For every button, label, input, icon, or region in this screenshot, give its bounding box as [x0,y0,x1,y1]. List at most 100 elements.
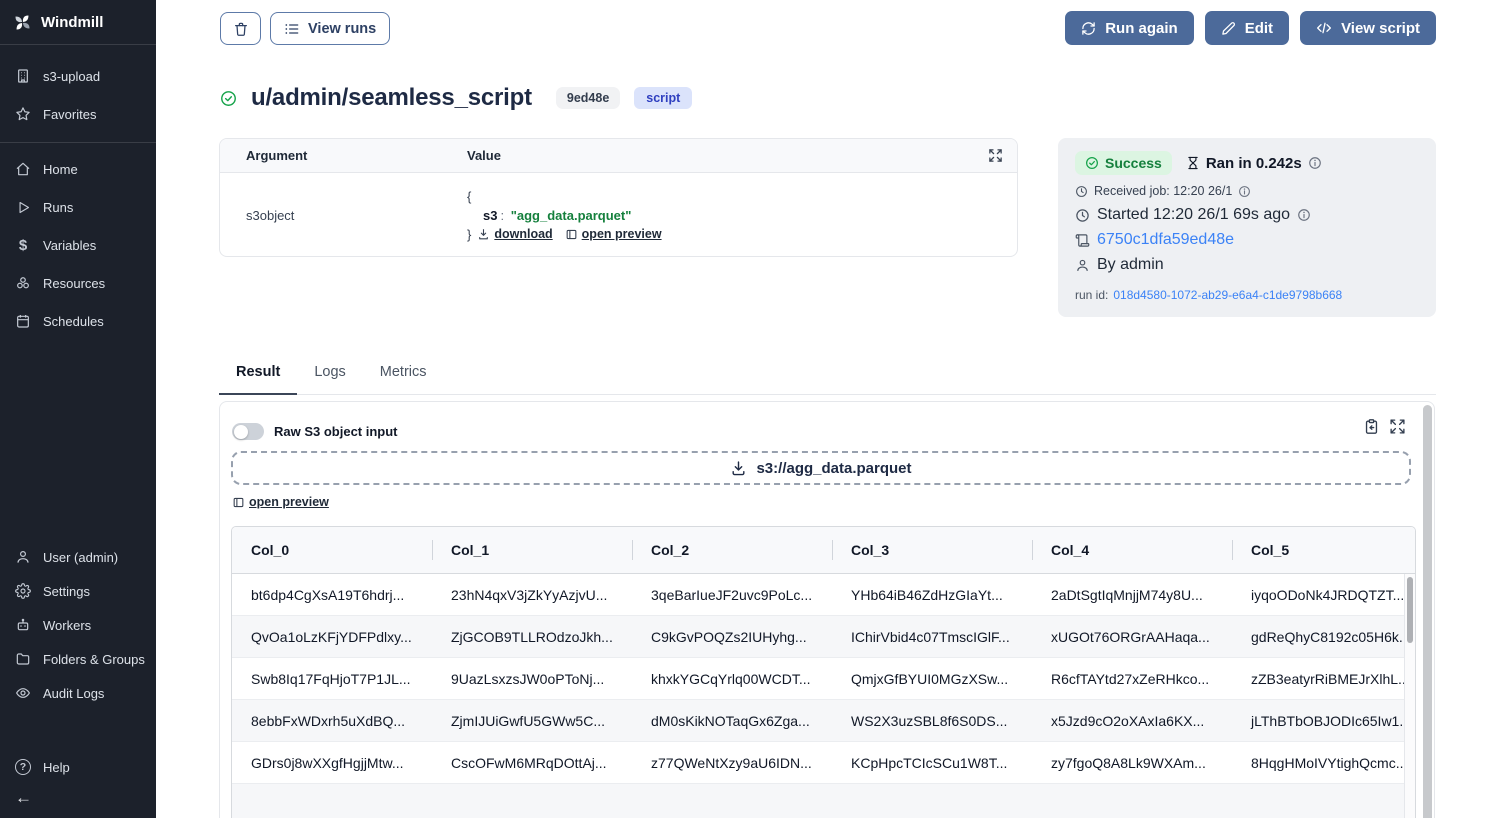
sidebar-item-schedules[interactable]: Schedules [0,302,156,340]
argument-column-header: Argument [246,148,467,163]
pencil-icon [1221,21,1236,36]
check-circle-icon [220,90,237,107]
result-table-inner: Col_0Col_1Col_2Col_3Col_4Col_5 bt6dp4CgX… [232,527,1416,818]
table-cell: z77QWeNtXzy9aU6IDN... [632,742,832,783]
job-hash-link[interactable]: 6750c1dfa59ed48e [1097,231,1234,249]
sidebar-item-folders-groups[interactable]: Folders & Groups [0,642,156,676]
table-scrollbar-thumb[interactable] [1407,577,1413,643]
table-cell: C9kGvPOQZs2IUHyhg... [632,616,832,657]
table-cell: R6cfTAYtd27xZeRHkco... [1032,658,1232,699]
table-cell: dM0sKikNOTaqGx6Zga... [632,700,832,741]
status-top-row: Success Ran in 0.242s [1075,151,1419,175]
table-row: 8ebbFxWDxrh5uXdBQ...ZjmIJUiGwfU5GWw5C...… [232,700,1416,742]
table-row: bt6dp4CgXsA19T6hdrj...23hN4qxV3jZkYyAzjv… [232,574,1416,616]
raw-s3-toggle[interactable] [232,423,264,440]
by-row: By admin [1075,256,1419,274]
collapse-sidebar-button[interactable]: ← [0,784,156,812]
info-icon[interactable] [1238,185,1251,198]
table-cell: QmjxGfBYUI0MGzXSw... [832,658,1032,699]
table-column-header: Col_5 [1232,527,1416,573]
result-scrollbar[interactable] [1423,405,1432,818]
sidebar-help-group: ? Help ← [0,750,156,818]
success-badge: Success [1075,151,1172,175]
sidebar-item-audit-logs[interactable]: Audit Logs [0,676,156,710]
arguments-card: Argument Value s3object { s3: "agg_data.… [219,138,1018,257]
robot-icon [15,617,31,633]
received-label: Received job: 12:20 26/1 [1094,184,1232,198]
open-preview-label: open preview [249,495,329,509]
open-preview-link[interactable]: open preview [565,225,662,244]
sidebar-item-runs[interactable]: Runs [0,188,156,226]
check-circle-icon [1085,156,1099,170]
view-runs-button[interactable]: View runs [270,12,390,45]
sidebar-item-label: Home [43,162,78,177]
json-key: s3 [483,208,497,223]
download-label: download [494,225,552,244]
sidebar-item-user[interactable]: User (admin) [0,540,156,574]
json-value: "agg_data.parquet" [511,208,632,223]
sidebar-item-home[interactable]: Home [0,150,156,188]
table-cell: CscOFwM6MRqDOttAj... [432,742,632,783]
table-cell: 3qeBarIueJF2uvc9PoLc... [632,574,832,615]
tab-metrics[interactable]: Metrics [363,364,444,394]
app-logo-row[interactable]: Windmill [0,0,156,45]
user-icon [15,549,31,565]
table-cell: 2aDtSgtIqMnjjM74y8U... [1032,574,1232,615]
tab-result[interactable]: Result [219,364,297,394]
info-icon[interactable] [1297,208,1311,222]
table-cell: WS2X3uzSBL8f6S0DS... [832,700,1032,741]
sidebar-item-variables[interactable]: $ Variables [0,226,156,264]
table-scrollbar[interactable] [1404,574,1415,818]
by-label: By admin [1097,256,1164,274]
download-link[interactable]: download [477,225,552,244]
info-icon[interactable] [1308,156,1322,170]
sidebar-item-favorites[interactable]: Favorites [0,95,156,133]
sidebar-item-settings[interactable]: Settings [0,574,156,608]
calendar-icon [15,313,31,329]
sidebar-item-workers[interactable]: Workers [0,608,156,642]
open-preview-link[interactable]: open preview [232,495,329,509]
table-cell: jLThBTbOBJODIc65Iw1... [1232,700,1416,741]
code-icon [1316,20,1332,36]
table-column-header: Col_0 [232,527,432,573]
run-again-button[interactable]: Run again [1065,11,1194,45]
scroll-icon [1075,233,1090,248]
table-cell: gdReQhyC8192c05H6k.. [1232,616,1416,657]
s3-file-label: s3://agg_data.parquet [756,460,911,477]
building-icon [15,68,31,84]
sidebar: Windmill s3-upload Favorites [0,0,156,818]
sidebar-item-label: Settings [43,584,90,599]
expand-icon[interactable] [1389,418,1406,435]
edit-button[interactable]: Edit [1205,11,1289,45]
sidebar-item-label: Help [43,760,70,775]
table-cell: 8HqgHMoIVYtighQcmc... [1232,742,1416,783]
sidebar-item-help[interactable]: ? Help [0,750,156,784]
sidebar-item-label: Runs [43,200,73,215]
tab-logs[interactable]: Logs [297,364,362,394]
resources-boxes-icon [15,275,31,291]
sidebar-item-s3-upload[interactable]: s3-upload [0,57,156,95]
s3-download-dropzone[interactable]: s3://agg_data.parquet [231,451,1411,485]
arguments-header: Argument Value [220,139,1017,173]
arguments-row: s3object { s3: "agg_data.parquet" } [220,173,1017,256]
table-column-header: Col_3 [832,527,1032,573]
app-name: Windmill [41,14,103,31]
run-id-row: run id: 018d4580-1072-ab29-e6a4-c1de9798… [1075,288,1419,302]
table-cell: KCpHpcTCIcSCu1W8T... [832,742,1032,783]
received-row: Received job: 12:20 26/1 [1075,184,1419,198]
expand-icon[interactable] [988,148,1003,163]
kind-badge: script [634,87,692,109]
table-cell: 9UazLsxzsJW0oPToNj... [432,658,632,699]
view-script-button[interactable]: View script [1300,11,1436,45]
table-column-header: Col_1 [432,527,632,573]
sidebar-item-label: s3-upload [43,69,100,84]
result-tabs: Result Logs Metrics [219,364,1436,395]
sidebar-item-resources[interactable]: Resources [0,264,156,302]
result-table: Col_0Col_1Col_2Col_3Col_4Col_5 bt6dp4CgX… [231,526,1416,818]
success-label: Success [1105,155,1162,171]
table-row: Swb8Iq17FqHjoT7P1JL...9UazLsxzsJW0oPToNj… [232,658,1416,700]
clipboard-copy-icon[interactable] [1363,418,1380,435]
dollar-icon: $ [15,237,31,253]
run-id-link[interactable]: 018d4580-1072-ab29-e6a4-c1de9798b668 [1113,288,1342,302]
delete-button[interactable] [220,12,261,45]
